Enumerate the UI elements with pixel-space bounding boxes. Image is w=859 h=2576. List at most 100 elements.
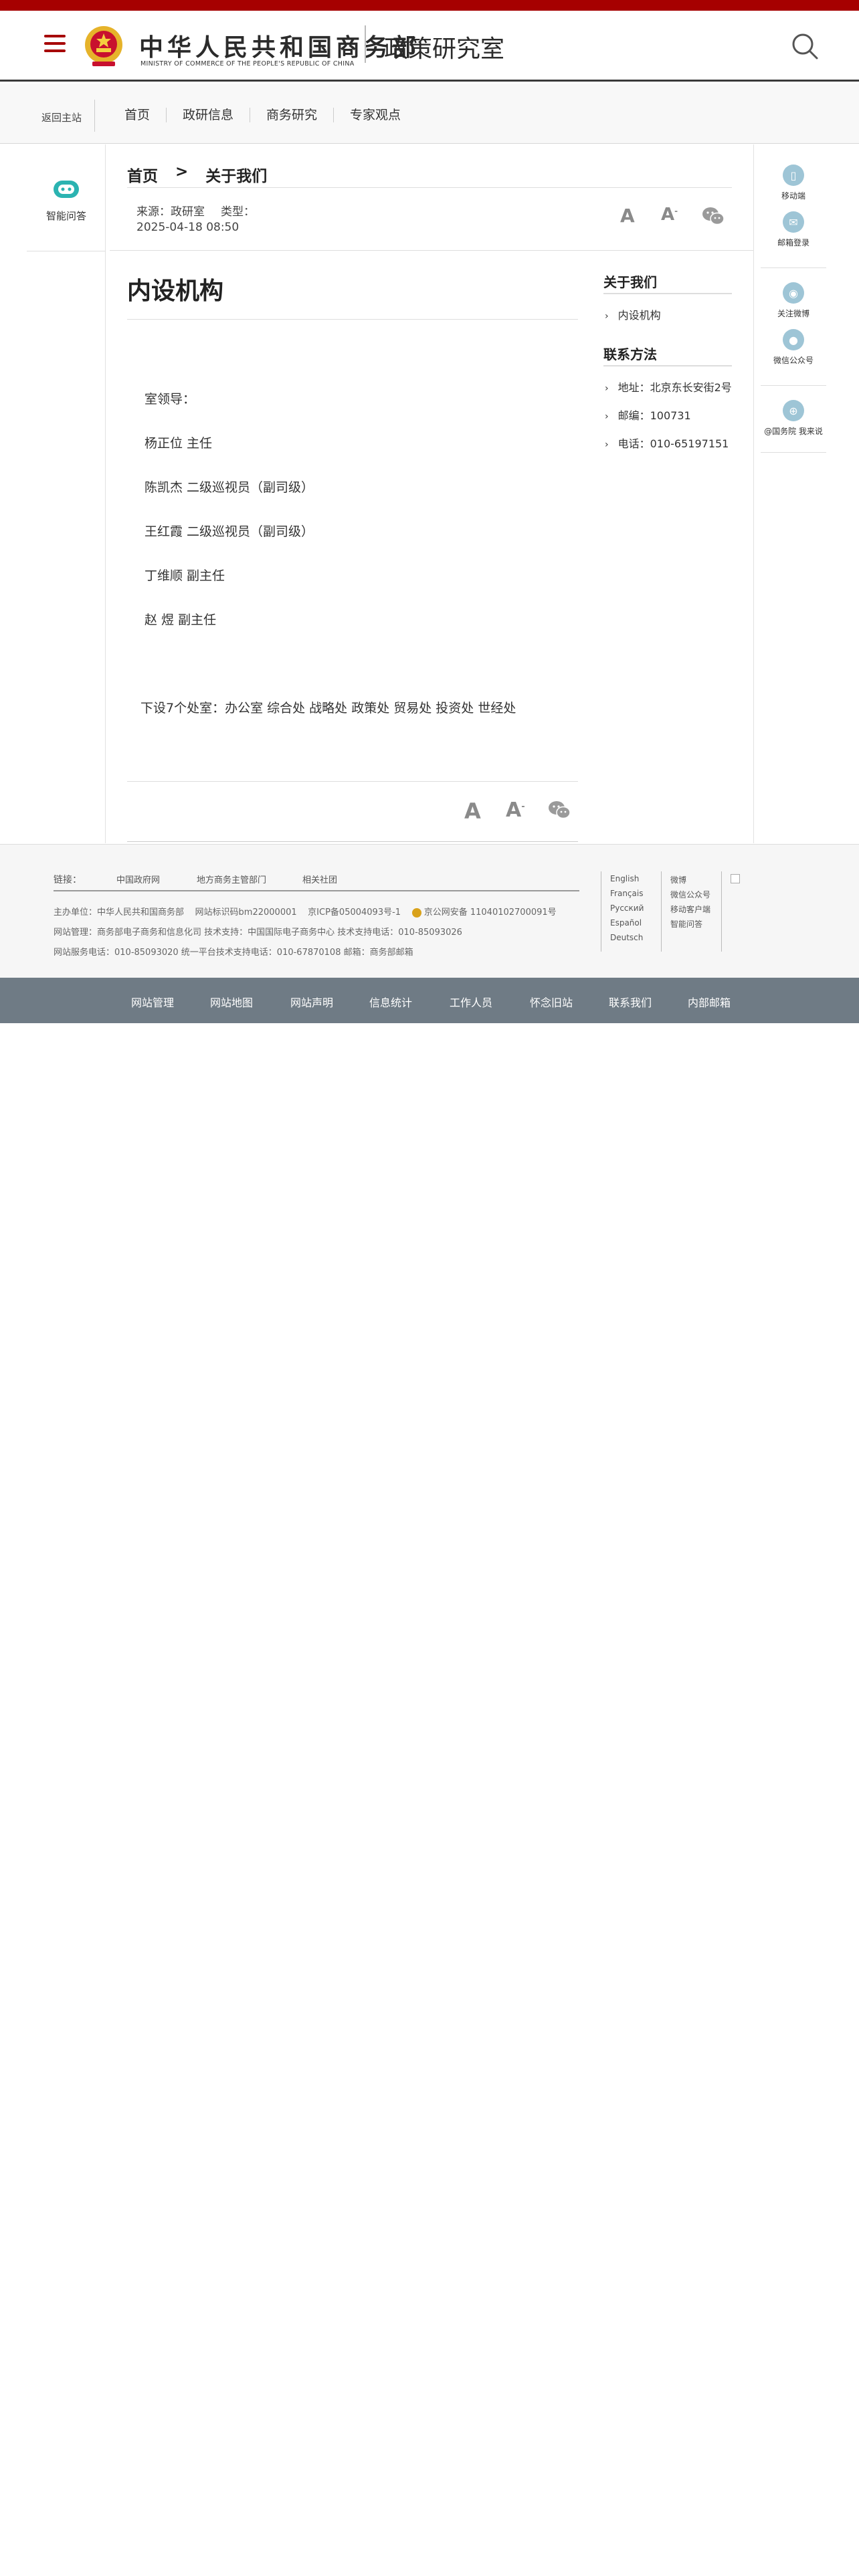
broken-image-icon[interactable] — [731, 874, 740, 883]
state-council-label: @国务院 我来说 — [764, 427, 823, 436]
wechat-label: 微信公众号 — [773, 356, 814, 365]
lang-german[interactable]: Deutsch — [610, 933, 643, 942]
contact-label: 邮编：100731 — [617, 409, 691, 422]
article-line: 丁维顺 副主任 — [145, 568, 225, 583]
lang-spanish[interactable]: Español — [610, 918, 642, 928]
footer-police-record[interactable]: 京公网安备 11040102700091号 — [424, 907, 557, 918]
national-emblem-logo[interactable] — [83, 24, 124, 68]
article-line: 赵 煜 副主任 — [145, 613, 217, 627]
footer-link-gov[interactable]: 中国政府网 — [116, 873, 160, 885]
bottom-nav-staff[interactable]: 工作人员 — [450, 994, 492, 1010]
footer-link-associations[interactable]: 相关社团 — [302, 873, 337, 885]
back-to-main-link[interactable]: 返回主站 — [41, 110, 82, 124]
footer-icp[interactable]: 京ICP备05004093号-1 — [308, 907, 401, 918]
lang-english[interactable]: English — [610, 874, 639, 883]
nav-item-commerce-research[interactable]: 商务研究 — [250, 108, 333, 122]
right-divider-1 — [761, 267, 826, 268]
bottom-nav-internal-mail[interactable]: 内部邮箱 — [688, 994, 731, 1010]
breadcrumb-home[interactable]: 首页 — [127, 163, 158, 186]
menu-icon[interactable] — [44, 35, 66, 53]
font-increase-button-bottom[interactable]: A — [464, 798, 481, 824]
nav-item-home[interactable]: 首页 — [110, 108, 166, 122]
contact-label: 电话：010-65197151 — [617, 437, 729, 450]
wechat-share-icon-bottom[interactable] — [547, 800, 571, 820]
lang-french[interactable]: Français — [610, 889, 643, 898]
main-nav: 返回主站 首页 政研信息 商务研究 专家观点 — [0, 84, 859, 144]
font-decrease-button[interactable]: A- — [661, 205, 678, 225]
font-decrease-minus: - — [674, 206, 678, 216]
footer-link-local[interactable]: 地方商务主管部门 — [197, 873, 266, 885]
aside-link-label: 内设机构 — [617, 309, 661, 322]
top-red-bar — [0, 0, 859, 11]
bottom-nav-statement[interactable]: 网站声明 — [290, 994, 333, 1010]
mobile-label: 移动端 — [781, 191, 805, 201]
mobile-link[interactable]: ▯ 移动端 — [754, 165, 833, 201]
article-line: 杨正位 主任 — [145, 436, 213, 451]
font-increase-button[interactable]: A — [620, 205, 635, 227]
aside-about-divider — [603, 293, 732, 294]
bottom-nav-site-admin[interactable]: 网站管理 — [131, 994, 174, 1010]
right-divider-2 — [761, 385, 826, 386]
site-header: 中华人民共和国商务部 MINISTRY OF COMMERCE OF THE P… — [0, 11, 859, 82]
right-divider-3 — [761, 452, 826, 453]
footer-host: 主办单位：中华人民共和国商务部 — [54, 907, 185, 918]
article-bottom-divider — [127, 781, 578, 782]
mail-login-link[interactable]: ✉ 邮箱登录 — [754, 211, 833, 248]
aside-contact-address: › 地址：北京东长安街2号 — [605, 379, 732, 395]
qa-label[interactable]: 智能问答 — [27, 209, 106, 223]
robot-icon[interactable] — [51, 178, 82, 201]
article-end-divider — [127, 841, 578, 842]
weibo-link[interactable]: ◉ 关注微博 — [754, 282, 833, 319]
mail-icon: ✉ — [783, 211, 804, 233]
footer-site-id: 网站标识码bm22000001 — [195, 907, 297, 918]
app-smart-qa[interactable]: 智能问答 — [670, 918, 702, 930]
police-badge-icon — [411, 907, 421, 918]
right-sidebar: ▯ 移动端 ✉ 邮箱登录 ◉ 关注微博 ● 微信公众号 ⊕ @国务院 我来说 — [753, 144, 832, 843]
state-council-link[interactable]: ⊕ @国务院 我来说 — [754, 400, 833, 437]
bottom-nav-sitemap[interactable]: 网站地图 — [210, 994, 253, 1010]
bottom-nav-old-site[interactable]: 怀念旧站 — [530, 994, 573, 1010]
dept-title: 政策研究室 — [384, 35, 505, 63]
breadcrumb-separator: > — [175, 163, 189, 181]
wechat-share-icon[interactable] — [701, 206, 725, 226]
footer-vertical-divider — [721, 871, 722, 952]
bottom-nav: 网站管理 网站地图 网站声明 信息统计 工作人员 怀念旧站 联系我们 内部邮箱 — [0, 978, 859, 1023]
breadcrumb-divider — [127, 187, 732, 188]
breadcrumb-current[interactable]: 关于我们 — [205, 163, 267, 186]
bottom-nav-contact[interactable]: 联系我们 — [609, 994, 652, 1010]
article-line: 王红霞 二级巡视员（副司级） — [145, 524, 314, 539]
chevron-right-icon: › — [605, 439, 609, 450]
wechat-link[interactable]: ● 微信公众号 — [754, 329, 833, 366]
app-mobile-client[interactable]: 移动客户端 — [670, 903, 710, 915]
article-title: 内设机构 — [127, 278, 224, 305]
footer-info-line-3: 网站服务电话：010-85093020 统一平台技术支持电话：010-67870… — [54, 948, 413, 958]
app-weibo[interactable]: 微博 — [670, 874, 686, 885]
lang-russian[interactable]: Русский — [610, 903, 644, 913]
nav-item-expert-views[interactable]: 专家观点 — [333, 108, 417, 122]
chevron-right-icon: › — [605, 411, 609, 422]
nav-divider — [94, 100, 95, 132]
site-footer: 链接： 中国政府网 地方商务主管部门 相关社团 主办单位：中华人民共和国商务部 … — [0, 844, 859, 978]
wechat-icon: ● — [783, 329, 804, 350]
article-line: 陈凯杰 二级巡视员（副司级） — [145, 480, 314, 495]
font-decrease-letter: A — [506, 798, 522, 822]
header-divider — [365, 25, 366, 63]
aside-link-departments[interactable]: › 内设机构 — [605, 306, 661, 322]
nav-item-policy-info[interactable]: 政研信息 — [166, 108, 250, 122]
breadcrumb: 首页 > 关于我们 — [127, 163, 267, 186]
footer-vertical-divider — [661, 871, 662, 952]
font-decrease-minus: - — [521, 802, 525, 812]
search-icon[interactable] — [789, 31, 820, 62]
bottom-nav-statistics[interactable]: 信息统计 — [369, 994, 412, 1010]
weibo-icon: ◉ — [783, 282, 804, 304]
aside-contact-divider — [603, 365, 732, 366]
weibo-label: 关注微博 — [777, 309, 809, 318]
aside-about-title: 关于我们 — [603, 274, 657, 290]
chevron-right-icon: › — [605, 383, 609, 394]
footer-info-line-2: 网站管理：商务部电子商务和信息化司 技术支持：中国国际电子商务中心 技术支持电话… — [54, 928, 462, 938]
nav-items: 首页 政研信息 商务研究 专家观点 — [110, 108, 417, 122]
app-wechat[interactable]: 微信公众号 — [670, 889, 710, 900]
article-date: 2025-04-18 08:50 — [136, 221, 240, 234]
article-type: 类型： — [221, 205, 255, 219]
font-decrease-button-bottom[interactable]: A- — [506, 798, 525, 822]
